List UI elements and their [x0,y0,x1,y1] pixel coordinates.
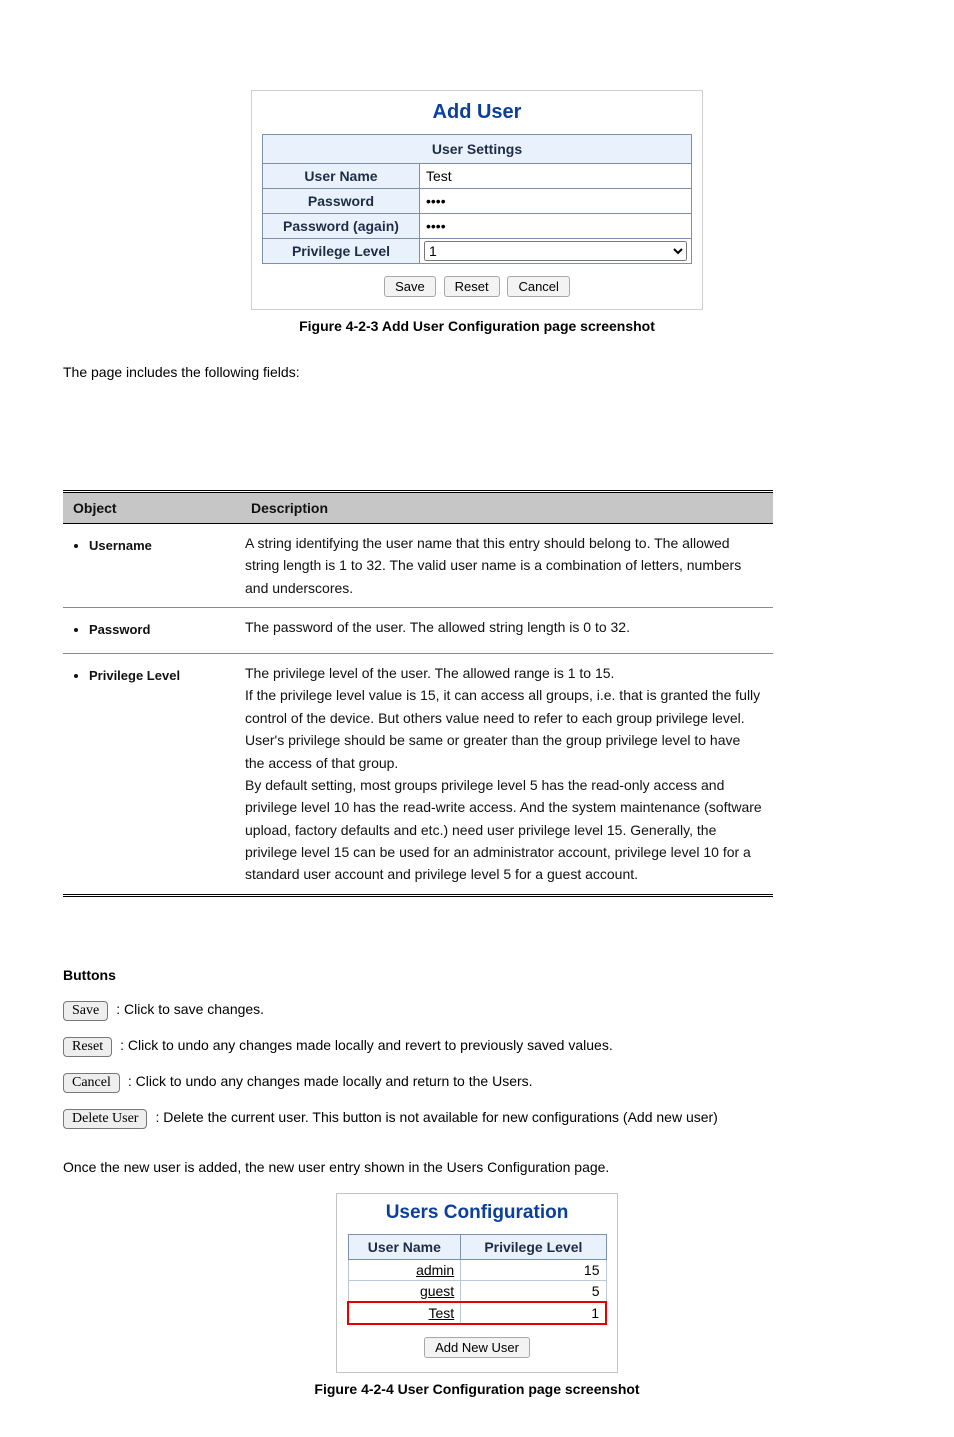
add-new-note: Once the new user is added, the new user… [63,1159,954,1175]
cancel-legacy-button[interactable]: Cancel [63,1073,120,1093]
figure-caption-2: Figure 4-2-4 User Configuration page scr… [0,1381,954,1397]
objdesc-header-description: Description [241,492,773,524]
page-desc-intro: The page includes the following fields: [63,364,954,380]
user-link[interactable]: Test [429,1305,455,1321]
buttons-header: Buttons [63,967,954,983]
user-settings-table: User Settings User Name Password Passwor… [262,134,692,264]
add-user-panel: Add User User Settings User Name Passwor… [251,90,703,310]
objdesc-description: The password of the user. The allowed st… [241,608,773,654]
legacy-button-desc: : Click to save changes. [116,1001,264,1017]
objdesc-description: A string identifying the user name that … [241,524,773,608]
user-link[interactable]: guest [420,1283,454,1299]
objdesc-object: Privilege Level [89,666,231,687]
password-input[interactable] [424,191,687,211]
save-button[interactable]: Save [384,276,436,297]
objdesc-object: Password [89,620,231,641]
figure-caption-1: Figure 4-2-3 Add User Configuration page… [0,318,954,334]
user-privilege: 1 [461,1302,606,1324]
users-config-row: admin 15 [348,1259,606,1280]
legacy-button-desc: : Click to undo any changes made locally… [120,1037,613,1053]
reset-legacy-button[interactable]: Reset [63,1037,112,1057]
privilege-label: Privilege Level [263,239,420,264]
users-config-col-username: User Name [348,1234,461,1259]
password-again-input[interactable] [424,216,687,236]
user-settings-header: User Settings [263,135,692,164]
object-description-table: Object Description Username A string iden… [63,490,773,897]
users-config-table: User Name Privilege Level admin 15 guest 5T… [347,1234,607,1325]
legacy-button-desc: : Click to undo any changes made locally… [128,1073,533,1089]
user-privilege: 5 [461,1280,606,1302]
save-legacy-button[interactable]: Save [63,1001,108,1021]
objdesc-header-object: Object [63,492,241,524]
users-config-row: Test 1 [348,1302,606,1324]
username-input[interactable] [424,166,687,186]
password-label: Password [263,189,420,214]
users-config-row: guest 5 [348,1280,606,1302]
delete-user-legacy-button[interactable]: Delete User [63,1109,147,1129]
objdesc-object: Username [89,536,231,557]
objdesc-description: The privilege level of the user. The all… [241,653,773,895]
password-again-label: Password (again) [263,214,420,239]
privilege-select[interactable]: 1 [424,241,687,261]
legacy-button-desc: : Delete the current user. This button i… [155,1109,717,1125]
add-user-title: Add User [262,101,692,124]
reset-button[interactable]: Reset [444,276,500,297]
users-config-panel: Users Configuration User Name Privilege … [336,1193,618,1373]
users-config-col-privilege: Privilege Level [461,1234,606,1259]
user-privilege: 15 [461,1259,606,1280]
username-label: User Name [263,164,420,189]
users-config-title: Users Configuration [347,1202,607,1224]
add-user-button-row: Save Reset Cancel [262,276,692,297]
add-new-user-button[interactable]: Add New User [424,1337,530,1358]
buttons-section: Buttons Save : Click to save changes. Rese… [63,967,954,1129]
cancel-button[interactable]: Cancel [507,276,569,297]
user-link[interactable]: admin [416,1262,454,1278]
